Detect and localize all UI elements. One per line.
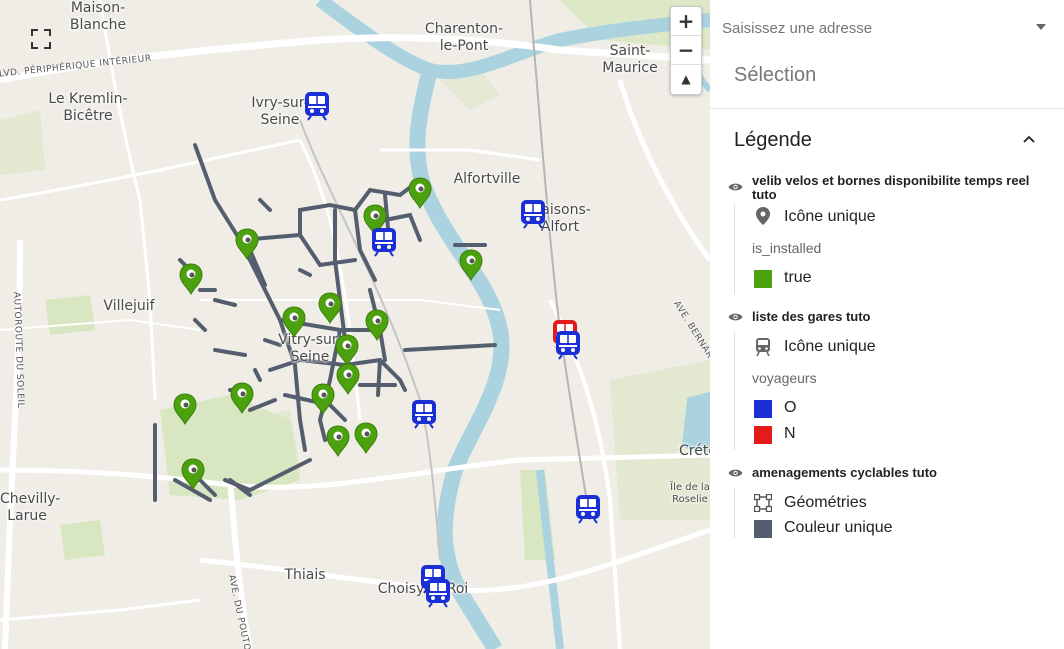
zoom-control: + − ▲ [670, 6, 702, 95]
color-swatch [754, 400, 772, 418]
velib-markers[interactable] [173, 177, 483, 490]
attribute-label: is_installed [752, 240, 822, 256]
eye-icon[interactable] [728, 182, 743, 192]
class-label: N [784, 425, 796, 442]
eye-icon[interactable] [728, 312, 743, 322]
map-marker-icon [756, 207, 770, 225]
symbol-label: Icône unique [784, 338, 876, 355]
legend-branch-line [734, 488, 735, 538]
attribute-label: voyageurs [752, 370, 817, 386]
color-label: Couleur unique [784, 519, 893, 536]
compass-icon: ▲ [681, 72, 691, 86]
chevron-up-icon[interactable] [1022, 134, 1036, 144]
color-swatch [754, 520, 772, 538]
selection-title: Sélection [734, 64, 817, 86]
layer-title-gares: liste des gares tuto [752, 309, 871, 324]
side-panel: Sélection Légende velib velos et bornes … [710, 0, 1064, 649]
zoom-out-button[interactable]: − [671, 36, 701, 65]
fullscreen-icon[interactable] [30, 28, 52, 50]
divider [710, 108, 1064, 109]
symbol-label: Géométries [784, 494, 867, 511]
geometry-icon [754, 494, 772, 512]
address-search-input[interactable] [722, 14, 1054, 42]
legend-branch-line [734, 204, 735, 294]
layer-title-cyclables: amenagements cyclables tuto [752, 465, 937, 480]
eye-icon[interactable] [728, 468, 743, 478]
compass-button[interactable]: ▲ [671, 65, 701, 94]
symbol-label: Icône unique [784, 208, 876, 225]
train-icon [756, 338, 770, 356]
class-label: O [784, 399, 797, 416]
color-swatch [754, 270, 772, 288]
zoom-in-button[interactable]: + [671, 7, 701, 36]
legend-title: Légende [734, 129, 812, 151]
color-swatch [754, 426, 772, 444]
chevron-down-icon[interactable] [1036, 24, 1046, 30]
layer-title-velib: velib velos et bornes disponibilite temp… [752, 173, 1030, 202]
legend-branch-line [734, 332, 735, 450]
marker-layer [173, 91, 601, 608]
map-canvas[interactable]: Maison- Blanche Charenton- le-Pont Saint… [0, 0, 710, 649]
class-label: true [784, 269, 812, 286]
